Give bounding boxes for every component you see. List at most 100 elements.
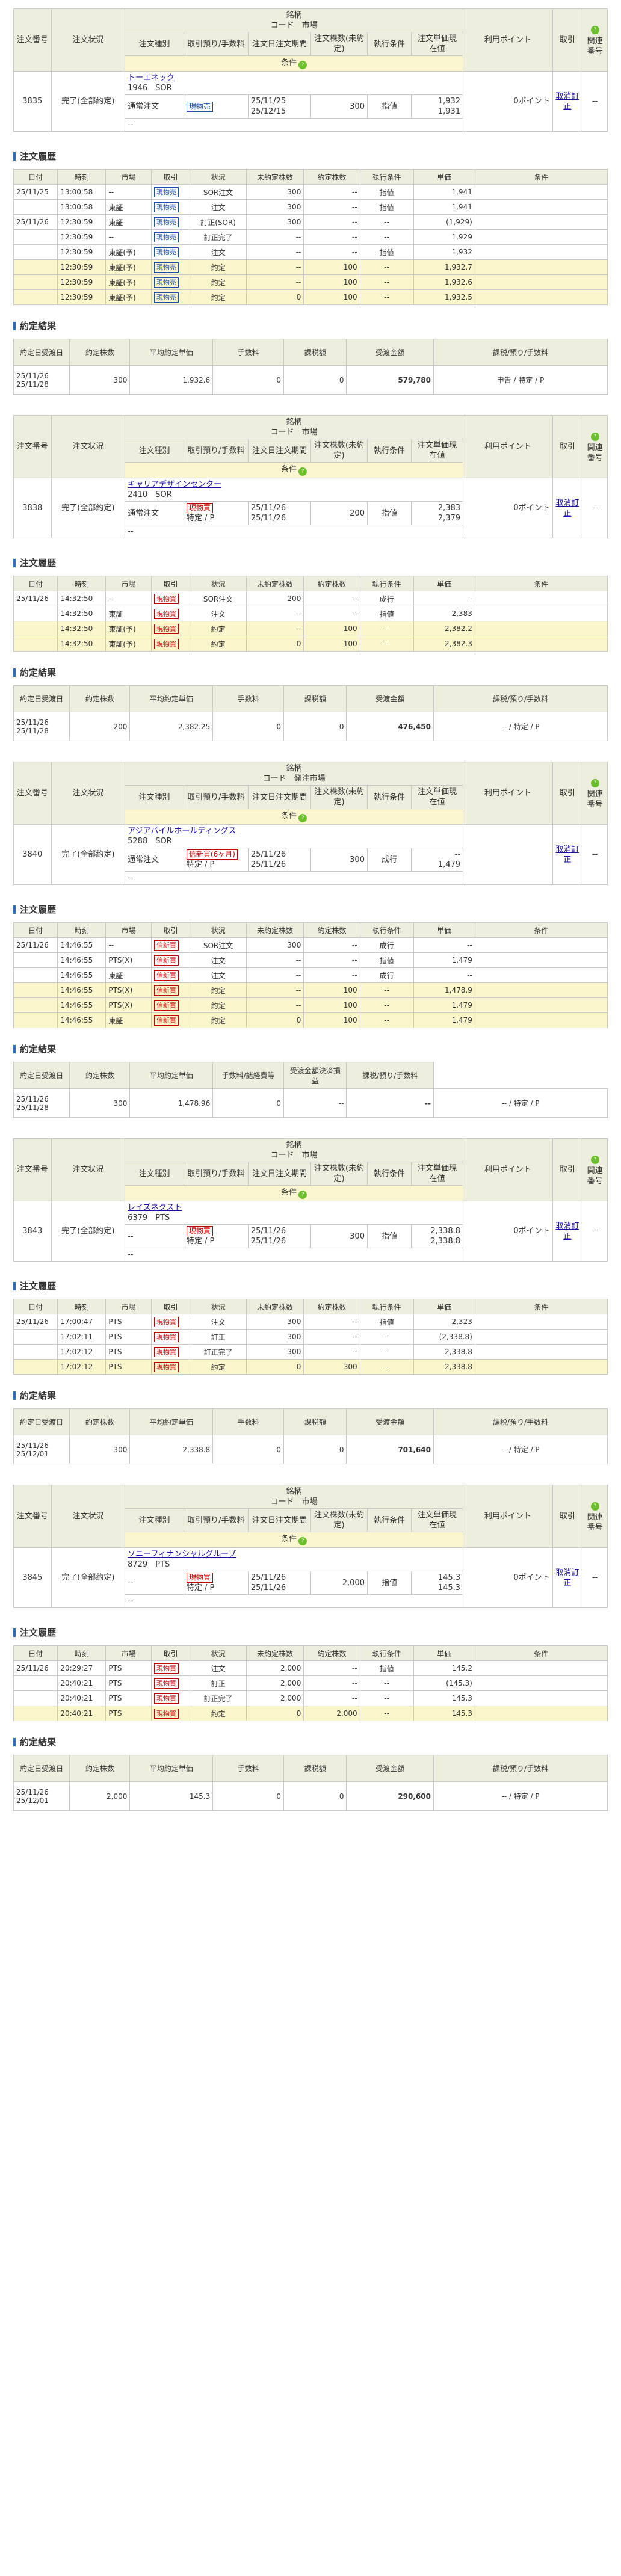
exec-cell: 1,932.6 bbox=[129, 365, 214, 395]
header-order-no: 注文番号 bbox=[13, 762, 52, 825]
exec-cell: 0 bbox=[283, 1435, 347, 1464]
cancel-cell[interactable]: 取消訂正 bbox=[552, 1201, 583, 1262]
header-cancel: 取引 bbox=[552, 1485, 583, 1548]
history-header: 日付 bbox=[13, 1645, 58, 1661]
header-points: 利用ポイント bbox=[463, 415, 553, 478]
brand-cell: トーエネック 1946 SOR bbox=[125, 71, 464, 95]
history-header: 日付 bbox=[13, 169, 58, 185]
exec-row: 25/11/26 25/11/28 200 2,382.25 0 0 476,450 -- /… bbox=[13, 712, 608, 741]
question-icon[interactable]: ? bbox=[590, 432, 599, 441]
history-cell: 指値 bbox=[359, 1314, 414, 1330]
header-order-no: 注文番号 bbox=[13, 415, 52, 478]
brand-link[interactable]: キャリアデザインセンター bbox=[128, 479, 460, 490]
history-cell: 指値 bbox=[359, 199, 414, 215]
exec-header: 約定株数 bbox=[69, 1755, 131, 1782]
cancel-cell[interactable]: 取消訂正 bbox=[552, 1547, 583, 1608]
header-brand: 銘柄 コード 市場 bbox=[125, 1485, 464, 1509]
header-status: 注文状況 bbox=[51, 8, 126, 72]
cancel-modify-link[interactable]: 取消訂正 bbox=[555, 499, 579, 518]
order-type: -- bbox=[125, 1224, 184, 1248]
cancel-cell[interactable]: 取消訂正 bbox=[552, 824, 583, 885]
history-cell: -- bbox=[359, 621, 414, 636]
condition-value: -- bbox=[125, 118, 464, 132]
history-header: 市場 bbox=[105, 1645, 152, 1661]
history-cell: 100 bbox=[303, 274, 360, 290]
history-cell: 指値 bbox=[359, 606, 414, 621]
question-icon[interactable]: ? bbox=[590, 1155, 599, 1164]
order-date: 25/11/26 25/11/26 bbox=[247, 501, 312, 525]
history-cell: 300 bbox=[246, 199, 304, 215]
condition-value: -- bbox=[125, 1594, 464, 1608]
history-cell: -- bbox=[303, 606, 360, 621]
exec-cond: 指値 bbox=[366, 1224, 412, 1248]
exec-header: 約定日受渡日 bbox=[13, 1062, 70, 1089]
question-icon[interactable]: ? bbox=[298, 467, 307, 476]
history-header: 状況 bbox=[190, 576, 247, 591]
related-cell: -- bbox=[582, 71, 608, 132]
exec-header: 課税額 bbox=[283, 339, 347, 366]
brand-link[interactable]: トーエネック bbox=[128, 73, 460, 83]
history-cell: 12:30:59 bbox=[57, 244, 107, 260]
history-cell bbox=[474, 1344, 608, 1360]
question-icon[interactable]: ? bbox=[298, 61, 307, 69]
question-icon[interactable]: ? bbox=[590, 778, 599, 787]
brand-cell: アジアパイルホールディングス 5288 SOR bbox=[125, 824, 464, 848]
history-cell: 1,932 bbox=[413, 244, 475, 260]
history-header: 未約定株数 bbox=[246, 1299, 304, 1314]
history-cell bbox=[13, 997, 58, 1013]
history-cell: 指値 bbox=[359, 1660, 414, 1676]
history-cell: 100 bbox=[303, 636, 360, 652]
history-cell: -- bbox=[413, 591, 475, 606]
history-cell: -- bbox=[246, 229, 304, 245]
history-cell: -- bbox=[413, 937, 475, 953]
question-icon[interactable]: ? bbox=[590, 25, 599, 34]
history-header: 未約定株数 bbox=[246, 1645, 304, 1661]
question-icon[interactable]: ? bbox=[590, 1502, 599, 1511]
history-cell: (1,929) bbox=[413, 214, 475, 230]
header-condition: 条件? bbox=[125, 809, 464, 825]
history-row: 25/11/25 13:00:58 -- 現物売 SOR注文 300 -- 指値 1,941 bbox=[13, 184, 608, 200]
header-cancel: 取引 bbox=[552, 1138, 583, 1201]
history-cell: -- bbox=[303, 1329, 360, 1345]
history-cell: -- bbox=[359, 1675, 414, 1691]
cancel-modify-link[interactable]: 取消訂正 bbox=[555, 1222, 579, 1241]
history-trade: 信新買 bbox=[150, 937, 191, 953]
order-number: 3838 bbox=[13, 478, 52, 538]
question-icon[interactable]: ? bbox=[298, 1191, 307, 1199]
brand-link[interactable]: アジアパイルホールディングス bbox=[128, 826, 460, 836]
order-qty: 300 bbox=[310, 848, 368, 872]
header-condition: 条件? bbox=[125, 1532, 464, 1548]
points-cell: 0ポイント bbox=[463, 478, 553, 538]
order-status: 完了(全部約定) bbox=[51, 824, 126, 885]
history-cell: 成行 bbox=[359, 937, 414, 953]
history-cell: PTS(X) bbox=[105, 997, 152, 1013]
question-icon[interactable]: ? bbox=[298, 814, 307, 822]
brand-link[interactable]: レイズネクスト bbox=[128, 1203, 460, 1213]
history-cell bbox=[474, 1706, 608, 1721]
cancel-cell[interactable]: 取消訂正 bbox=[552, 71, 583, 132]
header-qty: 注文株数(未約定) bbox=[310, 1162, 368, 1186]
history-trade: 現物買 bbox=[150, 1344, 191, 1360]
history-cell: 12:30:59 bbox=[57, 229, 107, 245]
header-price: 注文単価現在値 bbox=[410, 785, 464, 809]
history-trade: 現物買 bbox=[150, 606, 191, 621]
exec-dates: 25/11/26 25/11/28 bbox=[13, 365, 70, 395]
exec-row: 25/11/26 25/12/01 300 2,338.8 0 0 701,640 -- / … bbox=[13, 1435, 608, 1464]
history-header: 執行条件 bbox=[359, 576, 414, 591]
cancel-modify-link[interactable]: 取消訂正 bbox=[555, 1568, 579, 1588]
exec-cell: 1,478.96 bbox=[129, 1088, 214, 1118]
history-trade: 信新買 bbox=[150, 982, 191, 998]
history-cell: 2,382.3 bbox=[413, 636, 475, 652]
history-cell: 訂正 bbox=[190, 1329, 247, 1345]
cancel-modify-link[interactable]: 取消訂正 bbox=[555, 92, 579, 111]
history-header: 未約定株数 bbox=[246, 576, 304, 591]
cancel-cell[interactable]: 取消訂正 bbox=[552, 478, 583, 538]
question-icon[interactable]: ? bbox=[298, 1537, 307, 1545]
history-trade: 現物買 bbox=[150, 1660, 191, 1676]
history-row: 25/11/26 17:00:47 PTS 現物買 注文 300 -- 指値 2,323 bbox=[13, 1314, 608, 1330]
brand-link[interactable]: ソニーフィナンシャルグループ bbox=[128, 1549, 460, 1559]
exec-header: 課税/預り/手数料 bbox=[433, 685, 608, 712]
history-cell: PTS bbox=[105, 1359, 152, 1375]
history-header: 取引 bbox=[150, 922, 191, 938]
cancel-modify-link[interactable]: 取消訂正 bbox=[555, 845, 579, 864]
